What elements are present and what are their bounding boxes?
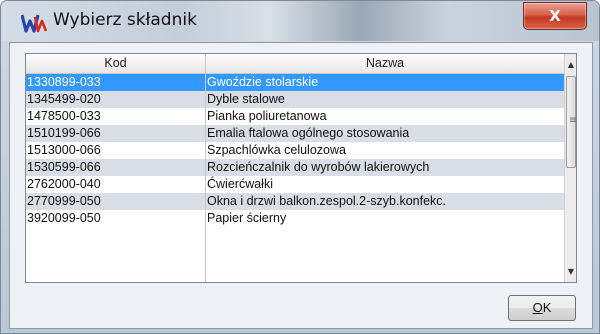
cell-nazwa: Okna i drzwi balkon.zespol.2-szyb.konfek… [207, 194, 446, 208]
window-title: Wybierz składnik [53, 10, 197, 30]
ok-mnemonic: O [532, 300, 543, 315]
table-row[interactable]: 1510199-066 Emalia ftalowa ogólnego stoso… [26, 125, 564, 142]
ok-label-rest: K [542, 300, 552, 315]
list-rows: 1330899-033 Gwoździe stolarskie 1345499-02… [26, 74, 564, 227]
cell-nazwa: Szpachlówka celulozowa [207, 143, 346, 157]
cell-nazwa: Pianka poliuretanowa [207, 109, 327, 123]
cell-kod: 1345499-020 [27, 92, 101, 106]
cell-nazwa: Rozcieńczalnik do wyrobów lakierowych [207, 160, 430, 174]
table-row[interactable]: 1513000-066 Szpachlówka celulozowa [26, 142, 564, 159]
cell-kod: 2762000-040 [27, 177, 101, 191]
table-row[interactable]: 1345499-020 Dyble stalowe [26, 91, 564, 108]
column-header-nazwa[interactable]: Nazwa [206, 54, 564, 73]
scrollbar-thumb[interactable]: ≡ [566, 76, 576, 168]
cell-kod: 1330899-033 [27, 75, 101, 89]
cell-nazwa: Gwoździe stolarskie [207, 75, 319, 89]
column-header-kod[interactable]: Kod [26, 54, 206, 73]
vertical-scrollbar[interactable]: ▲ ≡ ▼ [564, 54, 576, 282]
title-bar[interactable]: Wybierz składnik X [1, 1, 599, 41]
cell-nazwa: Emalia ftalowa ogólnego stosowania [207, 126, 410, 140]
cell-kod: 1513000-066 [27, 143, 101, 157]
cell-kod: 1510199-066 [27, 126, 101, 140]
table-row[interactable]: 3920099-050 Papier ścierny [26, 210, 564, 227]
scroll-up-arrow-icon[interactable]: ▲ [565, 56, 576, 73]
table-row[interactable]: 1478500-033 Pianka poliuretanowa [26, 108, 564, 125]
dialog-client-area: Kod Nazwa 1330899-033 Gwoździe stolarskie… [9, 42, 593, 329]
table-row[interactable]: 1530599-066 Rozcieńczalnik do wyrobów lak… [26, 159, 564, 176]
cell-nazwa: Dyble stalowe [207, 92, 285, 106]
cell-nazwa: Papier ścierny [207, 211, 287, 225]
thumb-grip-icon: ≡ [569, 115, 577, 126]
scroll-down-arrow-icon[interactable]: ▼ [565, 263, 576, 280]
table-row[interactable]: 1330899-033 Gwoździe stolarskie [26, 74, 564, 91]
column-divider [205, 74, 206, 282]
cell-kod: 3920099-050 [27, 211, 101, 225]
table-row[interactable]: 2762000-040 Ćwierćwałki [26, 176, 564, 193]
list-header: Kod Nazwa [26, 54, 564, 74]
cell-kod: 1530599-066 [27, 160, 101, 174]
table-row[interactable]: 2770999-050 Okna i drzwi balkon.zespol.2-… [26, 193, 564, 210]
app-w-logo-icon [21, 14, 47, 33]
components-list[interactable]: Kod Nazwa 1330899-033 Gwoździe stolarskie… [25, 53, 577, 283]
cell-kod: 1478500-033 [27, 109, 101, 123]
ok-button[interactable]: OK [508, 295, 576, 321]
dialog-window: Wybierz składnik X Kod Nazwa 1330899-033… [0, 0, 600, 334]
cell-kod: 2770999-050 [27, 194, 101, 208]
close-button[interactable]: X [523, 2, 587, 30]
cell-nazwa: Ćwierćwałki [207, 177, 273, 191]
